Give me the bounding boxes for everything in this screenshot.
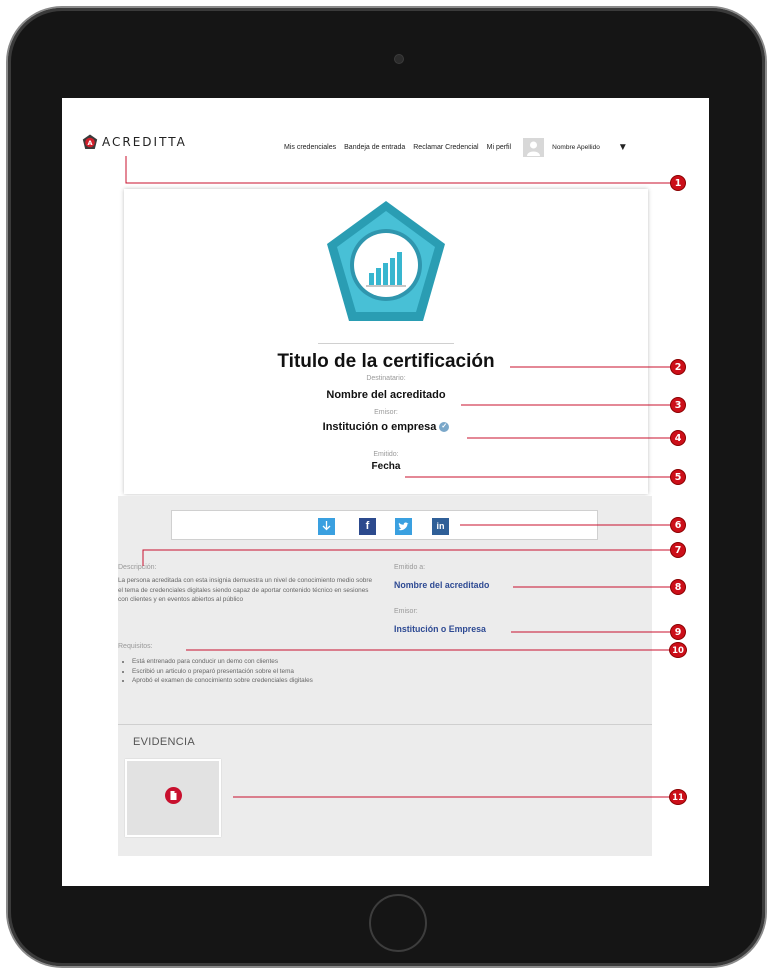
description-label: Descripción: bbox=[118, 564, 157, 571]
verified-icon: ✓ bbox=[439, 422, 450, 433]
issued-label: Emitido: bbox=[373, 451, 399, 458]
card-divider bbox=[318, 343, 454, 344]
brand-logo[interactable]: A ACREDITTA bbox=[82, 134, 187, 150]
nav-reclamar-credencial[interactable]: Reclamar Credencial bbox=[413, 144, 478, 151]
user-name[interactable]: Nombre Apellido bbox=[552, 144, 600, 151]
share-bar: f in bbox=[171, 510, 598, 540]
annotation-marker-3: 3 bbox=[670, 397, 686, 413]
requirements-list: Está entrenado para conducir un demo con… bbox=[118, 657, 313, 686]
issuer-name[interactable]: Institución o empresa bbox=[323, 421, 437, 433]
issued-to-name[interactable]: Nombre del acreditado bbox=[394, 580, 489, 590]
annotation-marker-5: 5 bbox=[670, 469, 686, 485]
nav-mi-perfil[interactable]: Mi perfil bbox=[487, 144, 512, 151]
annotation-marker-4: 4 bbox=[670, 430, 686, 446]
issued-to-label: Emitido a: bbox=[394, 564, 426, 571]
brand-name: ACREDITTA bbox=[102, 135, 187, 149]
detail-issuer-name[interactable]: Institución o Empresa bbox=[394, 624, 486, 634]
acreditta-logo-icon: A bbox=[82, 134, 98, 149]
list-item: Aprobó el examen de conocimiento sobre c… bbox=[132, 676, 313, 686]
annotation-marker-8: 8 bbox=[670, 579, 686, 595]
home-button[interactable] bbox=[369, 894, 427, 952]
annotation-marker-2: 2 bbox=[670, 359, 686, 375]
recipient-name: Nombre del acreditado bbox=[326, 389, 446, 401]
recipient-label: Destinatario: bbox=[366, 375, 406, 382]
user-icon bbox=[527, 141, 541, 156]
list-item: Está entrenado para conducir un demo con… bbox=[132, 657, 313, 667]
section-divider bbox=[118, 724, 652, 725]
twitter-icon[interactable] bbox=[395, 518, 412, 535]
annotation-marker-11: 11 bbox=[669, 789, 687, 805]
download-icon[interactable] bbox=[318, 518, 335, 535]
details-panel: f in Descripción: La persona acreditada … bbox=[118, 496, 652, 856]
list-item: Escribió un articulo o preparó presentac… bbox=[132, 667, 313, 677]
linkedin-icon[interactable]: in bbox=[432, 518, 449, 535]
facebook-icon[interactable]: f bbox=[359, 518, 376, 535]
certification-title: Titulo de la certificación bbox=[277, 351, 495, 372]
evidence-title: EVIDENCIA bbox=[133, 736, 195, 748]
detail-issuer-label: Emisor: bbox=[394, 608, 418, 615]
annotation-marker-9: 9 bbox=[670, 624, 686, 640]
issued-date: Fecha bbox=[371, 461, 401, 472]
description-text: La persona acreditada con esta insignia … bbox=[118, 577, 373, 604]
nav-bandeja-entrada[interactable]: Bandeja de entrada bbox=[344, 144, 405, 151]
credential-badge bbox=[327, 201, 445, 321]
annotation-marker-7: 7 bbox=[670, 542, 686, 558]
issuer-label: Emisor: bbox=[374, 409, 398, 416]
annotation-marker-10: 10 bbox=[669, 642, 687, 658]
annotation-marker-6: 6 bbox=[670, 517, 686, 533]
annotation-marker-1: 1 bbox=[670, 175, 686, 191]
document-icon bbox=[165, 787, 182, 804]
evidence-file[interactable] bbox=[125, 759, 221, 837]
avatar[interactable] bbox=[523, 138, 545, 157]
chevron-down-icon[interactable]: ▼ bbox=[618, 142, 628, 153]
camera bbox=[395, 55, 403, 63]
issuer-row: Institución o empresa ✓ bbox=[124, 421, 648, 433]
requirements-label: Requisitos: bbox=[118, 643, 153, 650]
nav-mis-credenciales[interactable]: Mis credenciales bbox=[284, 144, 336, 151]
svg-text:A: A bbox=[87, 139, 92, 147]
screen: A ACREDITTA Mis credenciales Bandeja de … bbox=[62, 98, 709, 886]
top-nav: Mis credenciales Bandeja de entrada Recl… bbox=[284, 138, 628, 157]
credential-card: Titulo de la certificación Destinatario:… bbox=[124, 189, 648, 494]
